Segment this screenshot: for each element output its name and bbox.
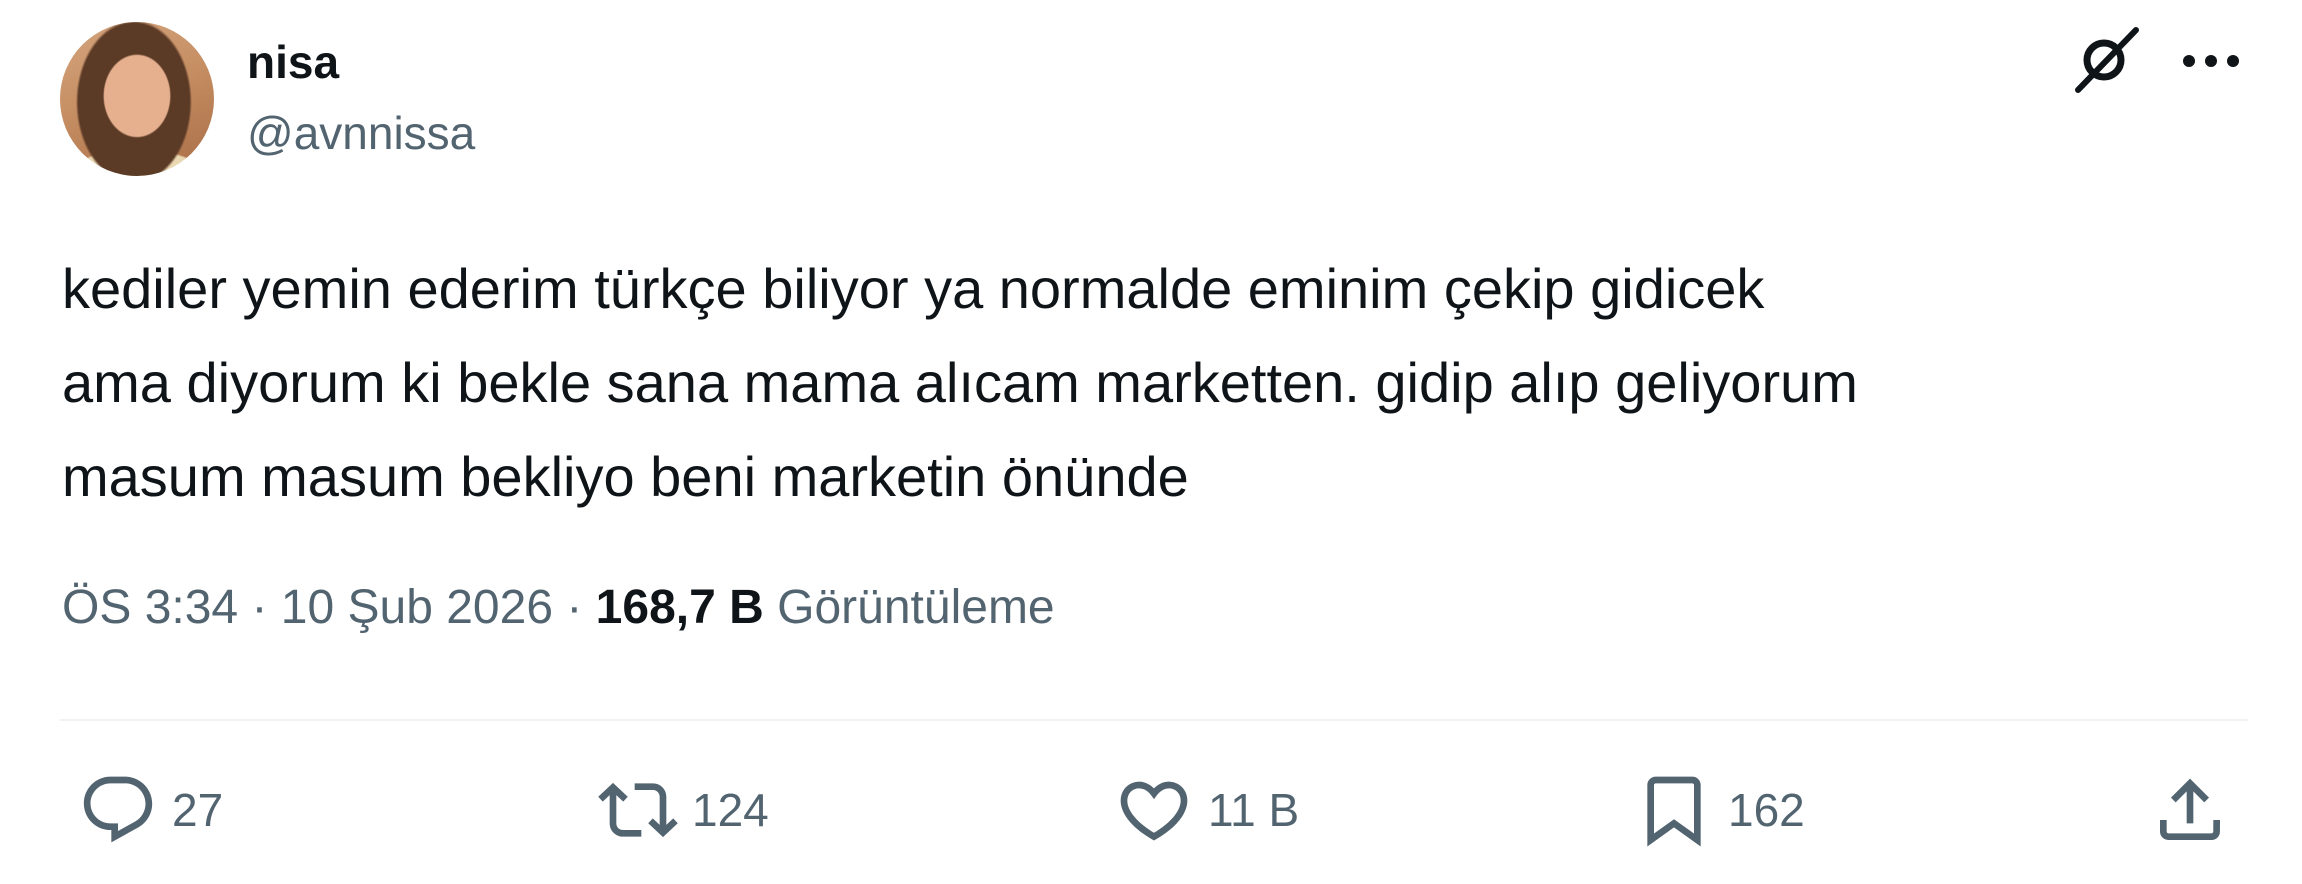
- views-label: Görüntüleme: [777, 581, 1055, 634]
- grok-button[interactable]: [2068, 22, 2144, 98]
- meta-separator: ·: [238, 581, 281, 634]
- like-button[interactable]: 11 B: [1114, 770, 1299, 850]
- repost-count: 124: [692, 784, 769, 836]
- views-count: 168,7 B: [595, 581, 764, 634]
- reply-icon: [83, 776, 153, 843]
- tweet-meta: ÖS 3:34 · 10 Şub 2026 · 168,7 B Görüntül…: [62, 578, 1055, 638]
- repost-icon: [598, 782, 678, 838]
- more-button[interactable]: [2178, 28, 2244, 94]
- tweet-text-line: masum masum bekliyo beni marketin önünde: [62, 445, 1189, 508]
- tweet-date[interactable]: 10 Şub 2026: [281, 581, 553, 634]
- tweet-time[interactable]: ÖS 3:34: [62, 581, 238, 634]
- display-name[interactable]: nisa: [247, 36, 339, 88]
- heart-icon: [1120, 781, 1188, 841]
- grok-icon: [2075, 27, 2139, 93]
- tweet-text-line: ama diyorum ki bekle sana mama alıcam ma…: [62, 351, 1858, 414]
- bookmark-count: 162: [1728, 784, 1805, 836]
- bookmark-button[interactable]: 162: [1634, 770, 1805, 850]
- user-handle[interactable]: @avnnissa: [247, 107, 475, 159]
- reply-count: 27: [172, 784, 224, 836]
- tweet-text-line: kediler yemin ederim türkçe biliyor ya n…: [62, 257, 1765, 320]
- bookmark-icon: [1647, 776, 1701, 847]
- share-button[interactable]: [2150, 770, 2230, 850]
- share-icon: [2160, 778, 2220, 840]
- more-icon: [2183, 55, 2239, 67]
- like-count: 11 B: [1208, 784, 1300, 836]
- reply-button[interactable]: 27: [78, 770, 223, 850]
- divider: [60, 719, 2248, 721]
- meta-separator: ·: [553, 581, 596, 634]
- repost-button[interactable]: 124: [598, 770, 769, 850]
- tweet-text: kediler yemin ederim türkçe biliyor ya n…: [62, 242, 2242, 524]
- avatar[interactable]: [60, 22, 214, 176]
